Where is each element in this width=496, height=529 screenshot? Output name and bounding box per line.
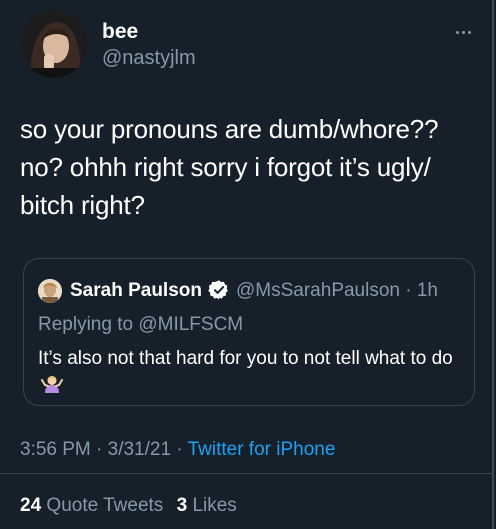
tweet-timestamp[interactable]: 3:56 PM · 3/31/21 ·: [20, 439, 188, 460]
replying-prefix: Replying to: [38, 314, 134, 335]
tweet-detail: bee @nastyjlm so your pronouns are dumb/…: [0, 0, 496, 529]
likes-stat[interactable]: 3 Likes: [177, 495, 237, 516]
replying-to-link[interactable]: @MILFSCM: [138, 314, 243, 335]
tweet-metadata: 3:56 PM · 3/31/21 · Twitter for iPhone: [20, 439, 335, 461]
quoted-replying-to: Replying to @MILFSCM: [38, 314, 243, 336]
quoted-display-name: Sarah Paulson: [70, 280, 202, 301]
tweet-text: so your pronouns are dumb/whore?? no? oh…: [20, 114, 439, 220]
author-display-name[interactable]: bee: [102, 20, 138, 44]
like-count: 3: [176, 495, 188, 516]
avatar[interactable]: [20, 10, 88, 78]
tweet-source-link[interactable]: Twitter for iPhone: [188, 439, 336, 460]
divider: [0, 473, 494, 474]
more-options-icon[interactable]: [449, 26, 477, 38]
quoted-tweet-text: It’s also not that hard for you to not t…: [38, 345, 458, 400]
quoted-handle-time: @MsSarahPaulson · 1h: [236, 280, 438, 301]
quote-label: Quote Tweets: [46, 495, 164, 516]
quoted-tweet-card[interactable]: Sarah Paulson @MsSarahPaulson · 1h Reply…: [23, 258, 475, 406]
quote-tweets-stat[interactable]: 24 Quote Tweets: [20, 495, 163, 516]
quoted-text: It’s also not that hard for you to not t…: [38, 348, 453, 369]
author-handle[interactable]: @nastyjlm: [102, 47, 196, 70]
like-label: Likes: [192, 495, 237, 516]
quoted-avatar: [38, 279, 62, 303]
tweet-stats: 24 Quote Tweets 3 Likes: [20, 495, 245, 517]
person-shrugging-emoji: [41, 376, 63, 393]
quote-count: 24: [20, 495, 42, 516]
verified-badge-icon: [208, 280, 228, 300]
avatar-image: [20, 10, 88, 78]
scrollbar[interactable]: [492, 0, 494, 529]
